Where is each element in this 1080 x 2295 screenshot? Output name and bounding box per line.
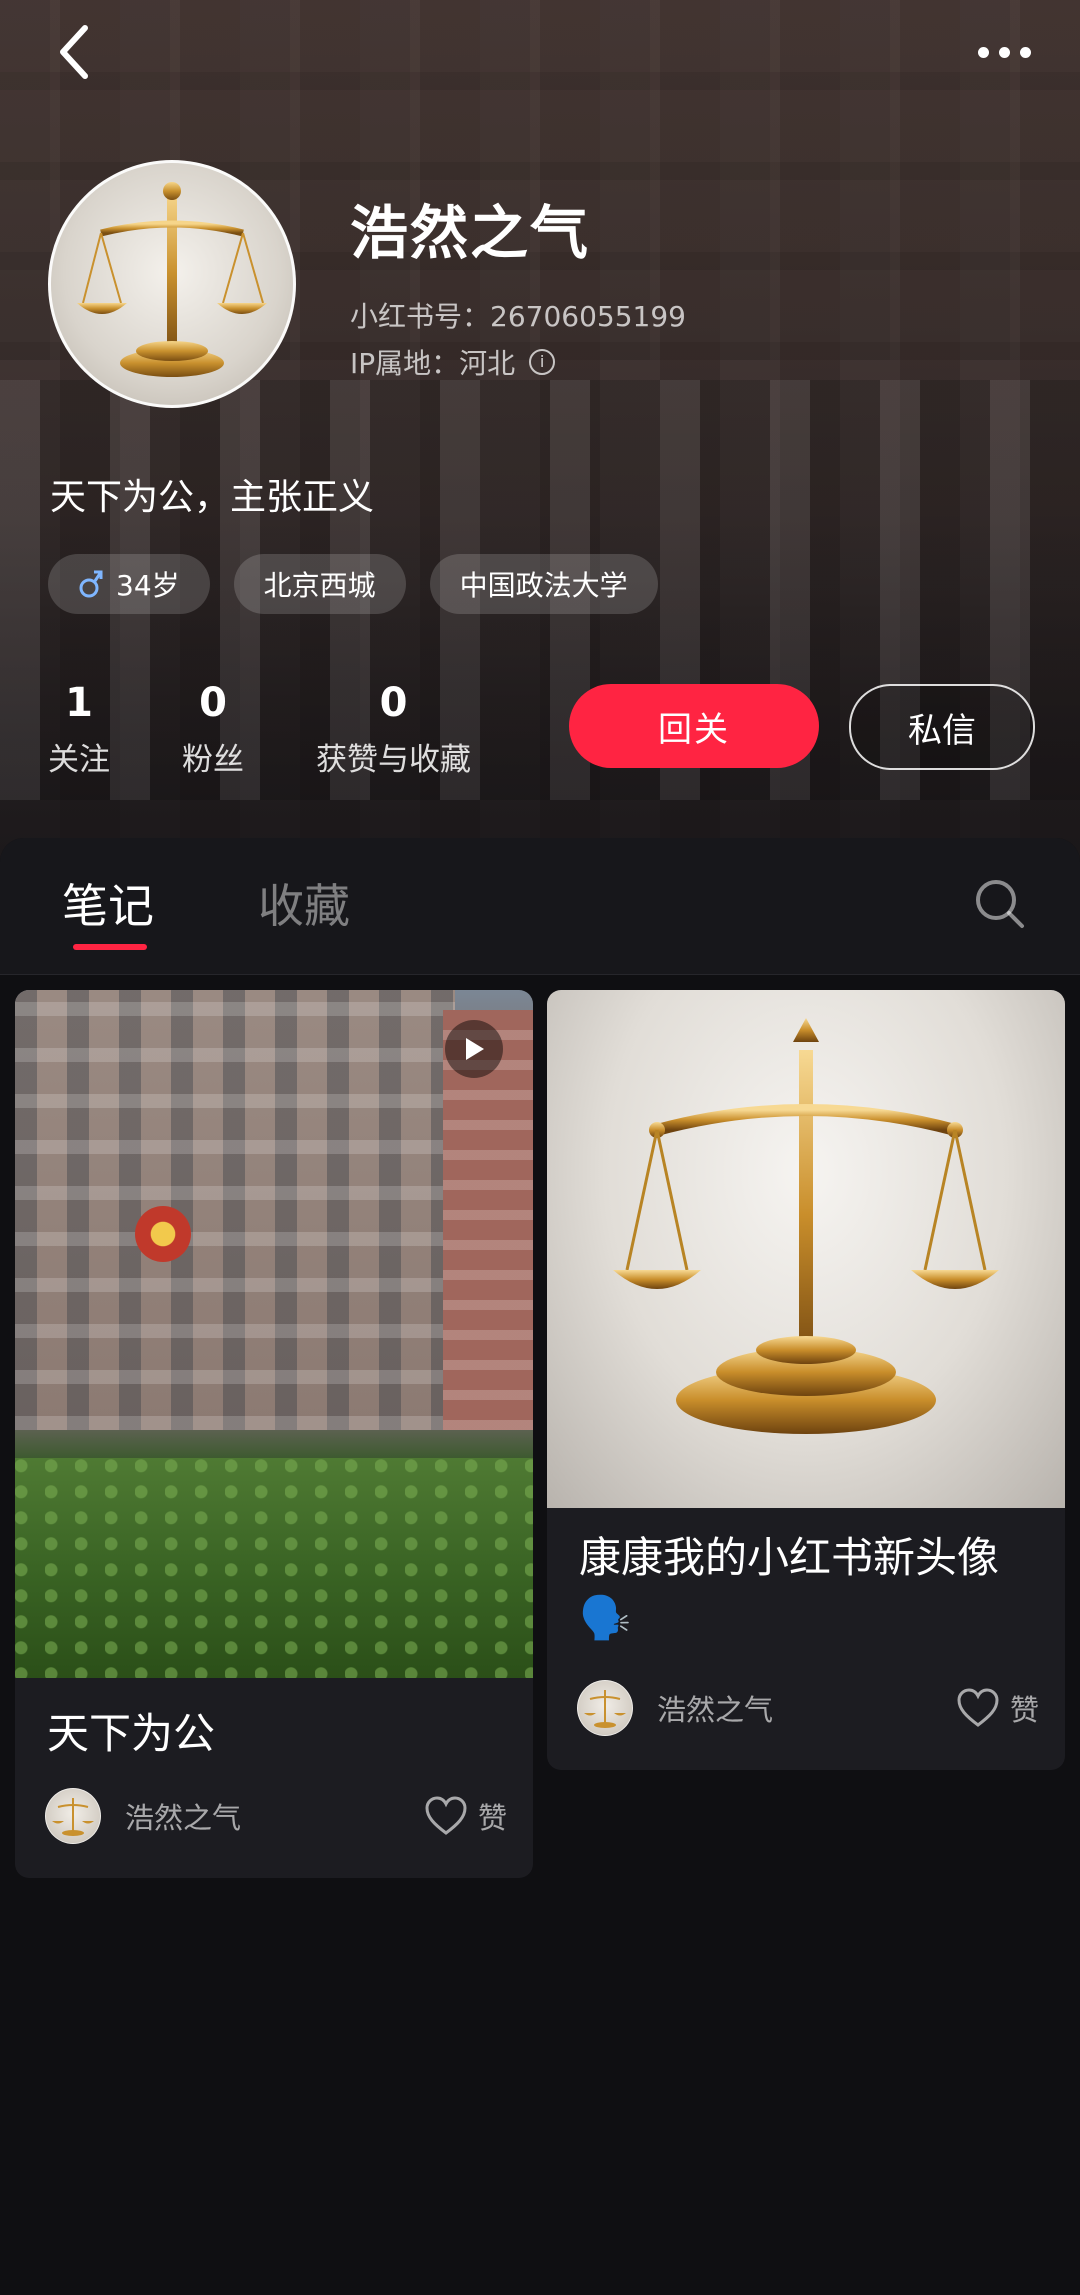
stat-following[interactable]: 1 关注	[48, 678, 110, 779]
author-avatar[interactable]	[45, 1788, 101, 1844]
stat-following-label: 关注	[48, 742, 110, 778]
active-tab-indicator	[73, 944, 147, 950]
note-footer: 浩然之气 赞	[45, 1788, 507, 1844]
play-icon	[466, 1038, 484, 1060]
stat-followers-label: 粉丝	[182, 742, 244, 778]
like-button[interactable]: 赞	[956, 1687, 1039, 1729]
like-button[interactable]: 赞	[424, 1795, 507, 1837]
profile-tags: 34岁 北京西城 中国政法大学	[48, 554, 658, 614]
profile-nickname: 浩然之气	[350, 199, 591, 267]
stat-likes-label: 获赞与收藏	[316, 742, 471, 778]
profile-avatar[interactable]	[48, 160, 296, 408]
male-icon	[79, 570, 103, 598]
more-dot-icon	[998, 46, 1010, 58]
video-badge	[445, 1020, 503, 1078]
note-cover-image	[547, 990, 1065, 1508]
search-button[interactable]	[972, 876, 1028, 932]
hedge	[15, 1458, 533, 1678]
red-id[interactable]: 小红书号：26706055199	[350, 295, 686, 335]
author-avatar[interactable]	[577, 1680, 633, 1736]
tab-bar	[0, 838, 1080, 975]
tag-age: 34岁	[48, 554, 210, 614]
note-card[interactable]: 康康我的小红书新头像🗣️ 浩然之气 赞	[547, 990, 1065, 1770]
stat-likes-count: 0	[379, 680, 408, 726]
court-building	[15, 990, 455, 1430]
scales-of-justice-icon	[613, 1018, 999, 1434]
message-button[interactable]: 私信	[849, 684, 1035, 770]
chevron-left-icon	[60, 25, 88, 79]
profile-bio: 天下为公，主张正义	[50, 477, 375, 518]
stat-following-count: 1	[65, 680, 93, 726]
stat-followers[interactable]: 0 粉丝	[182, 678, 244, 779]
ip-location: IP属地：河北 i	[350, 342, 556, 382]
tag-school-label: 中国政法大学	[459, 569, 628, 602]
note-title: 康康我的小红书新头像🗣️	[579, 1533, 1000, 1642]
scales-of-justice-icon	[52, 1798, 94, 1836]
back-button[interactable]	[44, 22, 104, 82]
tab-notes[interactable]: 笔记	[62, 870, 154, 936]
heart-icon	[957, 1688, 999, 1727]
tag-location: 北京西城	[233, 554, 406, 614]
note-title: 天下为公	[47, 1709, 216, 1758]
search-icon	[976, 880, 1024, 928]
note-footer: 浩然之气 赞	[577, 1680, 1039, 1736]
tag-age-label: 34岁	[116, 569, 180, 602]
note-cover-image	[15, 990, 533, 1678]
like-label: 赞	[1009, 1693, 1039, 1727]
profile-stats: 1 关注 0 粉丝 0 获赞与收藏	[48, 678, 543, 779]
tag-school: 中国政法大学	[429, 554, 658, 614]
more-dot-icon	[977, 46, 989, 58]
ip-location-text: IP属地：河北	[350, 347, 516, 380]
stat-likes-collects[interactable]: 0 获赞与收藏	[316, 678, 471, 779]
tab-favorites[interactable]: 收藏	[258, 870, 350, 936]
info-icon[interactable]: i	[529, 349, 556, 375]
scales-of-justice-icon	[584, 1690, 626, 1728]
national-emblem-icon	[135, 1206, 191, 1262]
more-options-button[interactable]	[964, 22, 1044, 82]
like-label: 赞	[477, 1801, 507, 1835]
author-name[interactable]: 浩然之气	[657, 1687, 956, 1729]
stat-followers-count: 0	[199, 680, 227, 726]
heart-icon	[425, 1796, 467, 1835]
author-name[interactable]: 浩然之气	[125, 1795, 424, 1837]
follow-back-button[interactable]: 回关	[569, 684, 819, 768]
note-card[interactable]: 天下为公 浩然之气 赞	[15, 990, 533, 1878]
more-dot-icon	[1019, 46, 1031, 58]
scales-of-justice-icon	[77, 182, 267, 377]
tag-location-label: 北京西城	[263, 569, 376, 602]
